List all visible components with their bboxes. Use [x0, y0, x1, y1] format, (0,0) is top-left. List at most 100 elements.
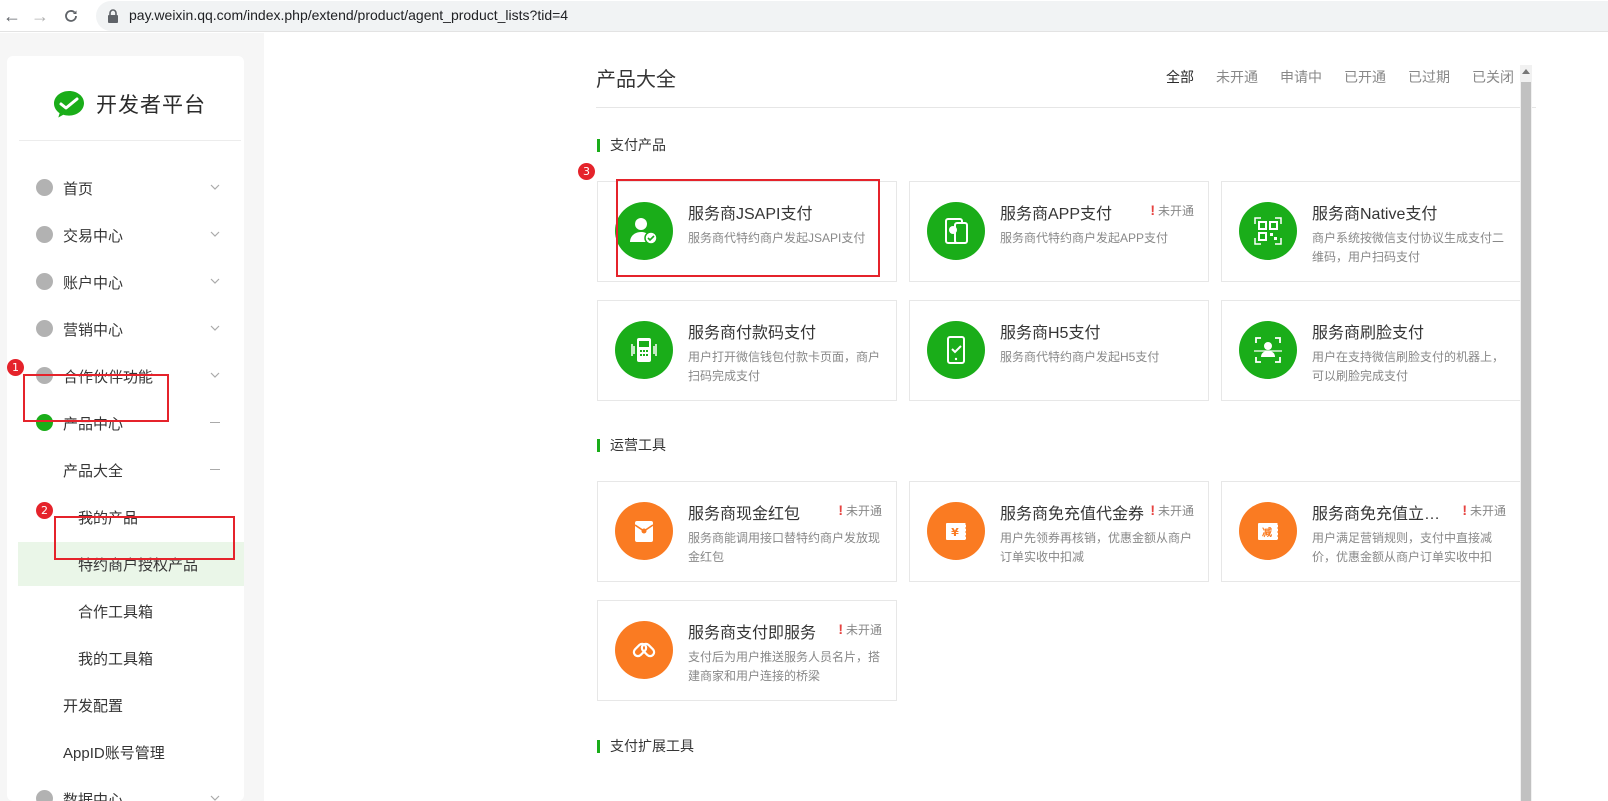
section-title: 支付扩展工具	[610, 738, 694, 754]
sidebar-item-data-center[interactable]: 数据中心	[7, 777, 244, 801]
discount-icon: 减	[1239, 502, 1297, 560]
sidebar-item-partner-toolbox[interactable]: 合作工具箱	[7, 589, 244, 633]
status-text: 未开通	[1157, 204, 1194, 218]
filter-tab-closed[interactable]: 已关闭	[1472, 67, 1514, 87]
filter-tab-all[interactable]: 全部	[1166, 67, 1194, 87]
mobile-app-icon	[927, 202, 985, 260]
step-badge-1: 1	[7, 359, 24, 376]
collapse-icon	[210, 469, 220, 470]
svg-text:¥: ¥	[951, 526, 959, 539]
scrollbar-thumb[interactable]	[1521, 82, 1531, 801]
phone-check-icon	[927, 321, 985, 379]
card-description: 用户打开微信钱包付款卡页面，商户扫码完成支付	[688, 350, 881, 383]
card-description: 商户系统按微信支付协议生成支付二维码，用户扫码支付	[1312, 231, 1505, 264]
sidebar-item-trade-center[interactable]: 交易中心	[7, 213, 244, 257]
warning-icon: !	[838, 621, 843, 637]
section-marker	[597, 739, 600, 753]
forward-icon[interactable]: →	[28, 4, 52, 28]
filter-tab-not-opened[interactable]: 未开通	[1216, 67, 1258, 87]
sidebar-item-label: 首页	[63, 181, 94, 198]
sidebar-item-account-center[interactable]: 账户中心	[7, 260, 244, 304]
sidebar-item-all-products[interactable]: 产品大全	[7, 448, 244, 492]
sidebar-item-dev-config[interactable]: 开发配置	[7, 683, 244, 727]
sidebar-item-marketing-center[interactable]: 营销中心	[7, 307, 244, 351]
address-bar[interactable]: pay.weixin.qq.com/index.php/extend/produ…	[96, 1, 1608, 31]
card-title: 服务商支付即服务	[688, 625, 817, 642]
warning-icon: !	[838, 502, 843, 518]
product-card-cash-red-envelope[interactable]: 服务商现金红包 ! 未开通 服务商能调用接口替特约商户发放现金红包	[597, 481, 897, 582]
menu-dot-icon	[36, 320, 53, 337]
status-badge: ! 未开通	[1150, 202, 1194, 219]
filter-tab-expired[interactable]: 已过期	[1408, 67, 1450, 87]
card-description: 支付后为用户推送服务人员名片，搭建商家和用户连接的桥梁	[688, 650, 881, 683]
product-card-no-recharge-coupon[interactable]: ¥ 服务商免充值代金券 ! 未开通 用户先领券再核销，优惠金额从商户订单实收中扣减	[909, 481, 1209, 582]
chevron-down-icon	[210, 278, 220, 284]
card-description: 用户在支持微信刷脸支付的机器上，可以刷脸完成支付	[1312, 350, 1505, 383]
sidebar-item-label: 营销中心	[63, 322, 124, 339]
link-icon	[615, 621, 673, 679]
section-marker	[597, 438, 600, 452]
sidebar-item-home[interactable]: 首页	[7, 166, 244, 210]
card-title: 服务商免充值立减与折扣	[1312, 506, 1454, 523]
menu-dot-icon	[36, 226, 53, 243]
collapse-icon	[210, 422, 220, 423]
red-envelope-icon	[615, 502, 673, 560]
product-card-app[interactable]: 服务商APP支付 ! 未开通 服务商代特约商户发起APP支付	[909, 181, 1209, 282]
warning-icon: !	[1462, 502, 1467, 518]
sidebar-item-appid-management[interactable]: AppID账号管理	[7, 730, 244, 774]
chevron-down-icon	[210, 184, 220, 190]
sidebar-item-label: 产品大全	[63, 463, 124, 480]
status-badge: ! 未开通	[1462, 502, 1506, 519]
section-header-payment-products: 支付产品	[597, 137, 666, 153]
menu-dot-icon	[36, 179, 53, 196]
chevron-down-icon	[210, 372, 220, 378]
wechat-pay-logo-icon	[54, 91, 84, 118]
status-badge: ! 未开通	[838, 502, 882, 519]
product-card-pay-as-service[interactable]: 服务商支付即服务 ! 未开通 支付后为用户推送服务人员名片，搭建商家和用户连接的桥…	[597, 600, 897, 701]
menu-dot-icon	[36, 790, 53, 801]
warning-icon: !	[1150, 202, 1155, 218]
main-content: 产品大全 全部 未开通 申请中 已开通 已过期 已关闭 支付产品 服务商JSAP…	[264, 33, 1608, 801]
card-title: 服务商Native支付	[1312, 206, 1438, 223]
scroll-up-arrow-icon[interactable]	[1522, 69, 1530, 74]
card-description: 服务商代特约商户发起APP支付	[1000, 231, 1169, 245]
sidebar: 开发者平台 首页 交易中心 账户中心 营销中心 合作伙伴功能 产品中心 产品大全…	[7, 56, 244, 801]
section-title: 运营工具	[610, 437, 666, 453]
product-card-h5[interactable]: 服务商H5支付 服务商代特约商户发起H5支付	[909, 300, 1209, 401]
divider	[19, 140, 241, 141]
warning-icon: !	[1150, 502, 1155, 518]
back-icon[interactable]: ←	[0, 4, 24, 28]
card-description: 用户先领券再核销，优惠金额从商户订单实收中扣减	[1000, 531, 1193, 564]
qrcode-icon	[1239, 202, 1297, 260]
platform-logo[interactable]: 开发者平台	[52, 84, 206, 124]
status-text: 未开通	[1469, 504, 1506, 518]
sidebar-item-label: AppID账号管理	[63, 745, 165, 762]
product-card-native[interactable]: 服务商Native支付 商户系统按微信支付协议生成支付二维码，用户扫码支付	[1221, 181, 1521, 282]
product-card-no-recharge-discount[interactable]: 减 服务商免充值立减与折扣 !未开通 用户满足营销规则，支付中直接减价，优惠金额…	[1221, 481, 1521, 582]
section-header-payment-extension-tools: 支付扩展工具	[597, 738, 694, 754]
menu-dot-icon	[36, 273, 53, 290]
platform-title: 开发者平台	[96, 94, 206, 117]
product-card-payment-code[interactable]: 服务商付款码支付 用户打开微信钱包付款卡页面，商户扫码完成支付	[597, 300, 897, 401]
reload-icon[interactable]	[59, 4, 83, 28]
url-text: pay.weixin.qq.com/index.php/extend/produ…	[129, 7, 569, 23]
card-description: 服务商代特约商户发起H5支付	[1000, 350, 1160, 364]
scanner-icon	[615, 321, 673, 379]
filter-tab-applying[interactable]: 申请中	[1280, 67, 1322, 87]
product-card-face-pay[interactable]: 服务商刷脸支付 用户在支持微信刷脸支付的机器上，可以刷脸完成支付	[1221, 300, 1521, 401]
page-title: 产品大全	[596, 69, 676, 91]
chevron-down-icon	[210, 795, 220, 801]
sidebar-item-label: 我的工具箱	[78, 651, 154, 668]
sidebar-item-my-toolbox[interactable]: 我的工具箱	[7, 636, 244, 680]
card-title: 服务商付款码支付	[688, 325, 817, 342]
card-description: 服务商能调用接口替特约商户发放现金红包	[688, 531, 881, 564]
coupon-yuan-icon: ¥	[927, 502, 985, 560]
browser-toolbar: ← → pay.weixin.qq.com/index.php/extend/p…	[0, 0, 1608, 32]
vertical-scrollbar[interactable]	[1520, 65, 1532, 801]
sidebar-item-label: 数据中心	[63, 792, 124, 801]
sidebar-item-label: 开发配置	[63, 698, 124, 715]
status-text: 未开通	[845, 623, 882, 637]
highlight-box-authorized-products	[54, 516, 235, 560]
filter-tab-opened[interactable]: 已开通	[1344, 67, 1386, 87]
card-title: 服务商免充值代金券	[1000, 506, 1145, 523]
